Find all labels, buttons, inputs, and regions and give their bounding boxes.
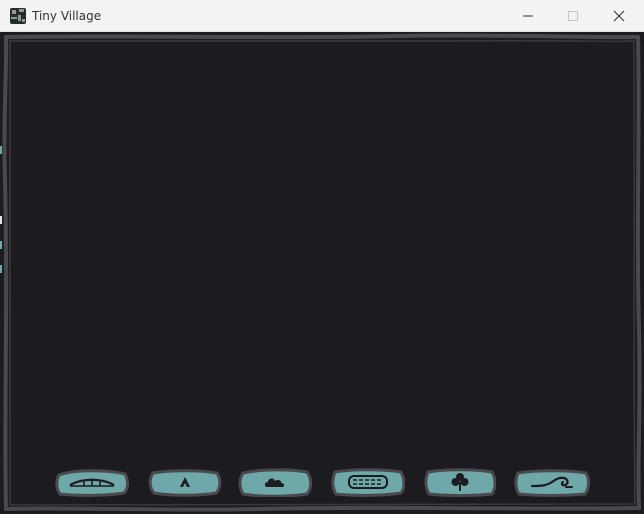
tiny-village-app-icon <box>10 8 26 24</box>
edge-marker <box>0 241 2 249</box>
wave-icon <box>530 476 573 488</box>
tent-icon <box>180 477 190 487</box>
game-frame <box>2 33 642 512</box>
bridge-tool-button[interactable] <box>55 467 129 497</box>
edge-marker <box>0 265 2 273</box>
edge-marker <box>0 216 2 224</box>
cloud-tool-button[interactable] <box>238 467 312 497</box>
tree-icon <box>451 473 469 491</box>
edge-marker <box>0 146 2 154</box>
wave-tool-button[interactable] <box>514 467 590 497</box>
minimize-icon <box>523 15 533 17</box>
window-title: Tiny Village <box>32 9 102 23</box>
fence-icon <box>348 475 388 489</box>
bridge-icon <box>69 478 115 487</box>
close-icon <box>613 10 625 22</box>
tree-tool-button[interactable] <box>424 467 496 497</box>
maximize-icon <box>568 11 578 21</box>
fence-tool-button[interactable] <box>331 467 405 497</box>
close-button[interactable] <box>596 0 642 32</box>
cloud-icon <box>264 478 285 487</box>
window-titlebar: Tiny Village <box>0 0 644 32</box>
maximize-button[interactable] <box>550 0 596 32</box>
game-canvas[interactable] <box>0 32 644 514</box>
minimize-button[interactable] <box>505 0 551 32</box>
tent-tool-button[interactable] <box>148 467 222 497</box>
